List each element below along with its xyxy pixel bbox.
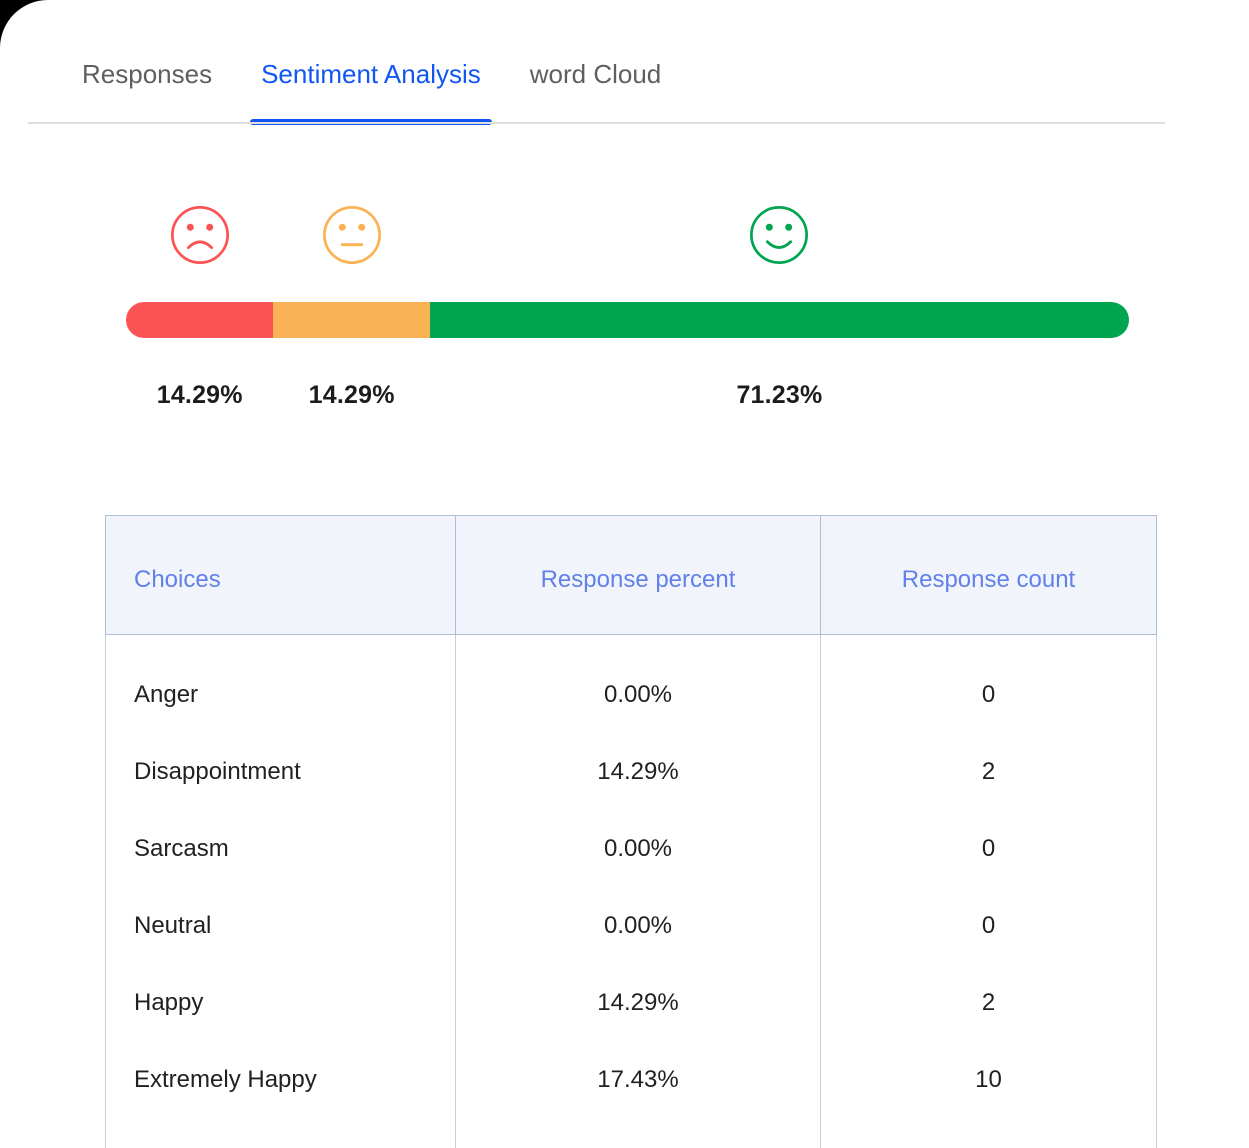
- sentiment-stacked-bar: [126, 302, 1129, 338]
- response-percent-value: 0.00%: [456, 887, 821, 964]
- choice-label: Happy: [106, 964, 456, 1041]
- table-header-row: Choices Response percent Response count: [106, 516, 1157, 635]
- table-row: Happy 14.29% 2: [106, 964, 1157, 1041]
- response-count-value: 2: [821, 964, 1157, 1041]
- negative-bar-segment: [126, 302, 273, 338]
- tab-bar: Responses Sentiment Analysis word Cloud: [0, 0, 1249, 90]
- neutral-bar-segment: [273, 302, 429, 338]
- choice-label: Neutral: [106, 887, 456, 964]
- choice-label: Extremely Happy: [106, 1041, 456, 1148]
- sentiment-faces-row: [126, 203, 1129, 267]
- response-count-value: 10: [821, 1041, 1157, 1148]
- response-count-value: 2: [821, 733, 1157, 810]
- column-header-choices: Choices: [106, 516, 456, 635]
- tab-sentiment-analysis[interactable]: Sentiment Analysis: [261, 58, 481, 90]
- column-header-response-percent: Response percent: [456, 516, 821, 635]
- neutral-percent-label: 14.29%: [273, 381, 429, 410]
- response-percent-value: 0.00%: [456, 810, 821, 887]
- choice-label: Disappointment: [106, 733, 456, 810]
- response-percent-value: 0.00%: [456, 635, 821, 734]
- sentiment-percent-labels: 14.29% 14.29% 71.23%: [126, 381, 1129, 410]
- tab-responses[interactable]: Responses: [82, 58, 212, 90]
- tab-word-cloud[interactable]: word Cloud: [530, 58, 662, 90]
- table-row: Extremely Happy 17.43% 10: [106, 1041, 1157, 1148]
- tab-bar-divider: [28, 122, 1165, 124]
- response-count-value: 0: [821, 635, 1157, 734]
- negative-percent-label: 14.29%: [126, 381, 273, 410]
- positive-bar-segment: [430, 302, 1129, 338]
- column-header-response-count: Response count: [821, 516, 1157, 635]
- response-percent-value: 17.43%: [456, 1041, 821, 1148]
- sad-face-icon: [126, 203, 273, 267]
- table-row: Disappointment 14.29% 2: [106, 733, 1157, 810]
- sentiment-results-table: Choices Response percent Response count …: [105, 515, 1157, 1148]
- happy-face-icon: [430, 203, 1129, 267]
- table-row: Anger 0.00% 0: [106, 635, 1157, 734]
- positive-percent-label: 71.23%: [430, 381, 1129, 410]
- response-percent-value: 14.29%: [456, 964, 821, 1041]
- table-row: Neutral 0.00% 0: [106, 887, 1157, 964]
- response-count-value: 0: [821, 810, 1157, 887]
- choice-label: Sarcasm: [106, 810, 456, 887]
- choice-label: Anger: [106, 635, 456, 734]
- table-row: Sarcasm 0.00% 0: [106, 810, 1157, 887]
- neutral-face-icon: [273, 203, 429, 267]
- response-count-value: 0: [821, 887, 1157, 964]
- sentiment-analysis-panel: Responses Sentiment Analysis word Cloud: [0, 0, 1249, 1148]
- response-percent-value: 14.29%: [456, 733, 821, 810]
